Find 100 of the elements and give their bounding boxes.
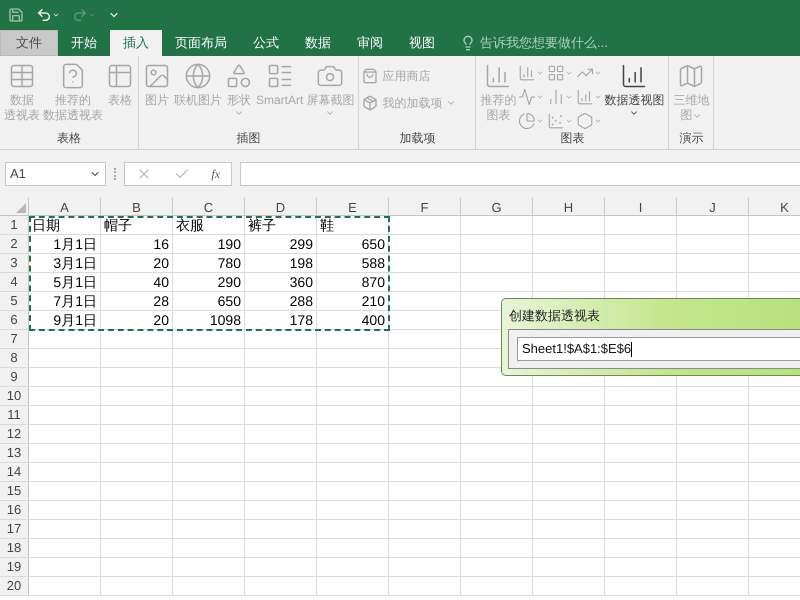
- dropdown-caret-icon: [536, 69, 544, 77]
- row-header[interactable]: 5: [0, 292, 29, 310]
- group-label: 图表: [560, 131, 584, 146]
- table-cell: 衣服: [176, 217, 204, 233]
- column-header[interactable]: I: [605, 198, 677, 215]
- dropdown-caret-icon: [594, 69, 602, 77]
- ribbon-tab[interactable]: 审阅: [344, 30, 396, 56]
- table-cell: 360: [290, 274, 313, 290]
- row-header[interactable]: 6: [0, 311, 29, 329]
- ribbon-tab[interactable]: 插入: [110, 30, 162, 56]
- row-header[interactable]: 7: [0, 330, 29, 348]
- dropdown-caret-icon: [594, 117, 602, 125]
- table-cell: 290: [218, 274, 241, 290]
- group-label: 加载项: [399, 131, 436, 146]
- table-cell: 28: [153, 293, 169, 309]
- package-icon: [362, 95, 378, 111]
- table-cell: 帽子: [104, 217, 132, 233]
- ribbon-button[interactable]: 数据透视图: [603, 59, 666, 131]
- row-header[interactable]: 8: [0, 349, 29, 367]
- formula-field[interactable]: [240, 162, 800, 186]
- table-cell: 1月1日: [53, 236, 97, 252]
- group-label: 表格: [57, 131, 81, 146]
- table-icon: [106, 62, 134, 90]
- table-cell: 鞋: [320, 217, 334, 233]
- row-header[interactable]: 12: [0, 425, 29, 443]
- group-label: 插图: [236, 131, 261, 146]
- table-cell: 288: [290, 293, 313, 309]
- table-cell: 7月1日: [53, 293, 97, 309]
- globe-map-icon: [677, 62, 706, 90]
- table-cell: 400: [362, 312, 385, 328]
- column-header[interactable]: D: [245, 198, 317, 215]
- column-header[interactable]: C: [173, 198, 245, 215]
- save-icon[interactable]: [8, 7, 24, 23]
- table-cell: 20: [153, 312, 169, 328]
- column-header[interactable]: G: [461, 198, 533, 215]
- table-cell: 20: [153, 255, 169, 271]
- shapes-icon: [225, 62, 253, 90]
- column-header[interactable]: B: [101, 198, 173, 215]
- smartart-icon: [266, 62, 294, 90]
- group-label: 演示: [679, 131, 704, 146]
- ribbon-tab[interactable]: 开始: [58, 30, 110, 56]
- dropdown-caret-icon: [536, 93, 544, 101]
- dropdown-caret-icon: [565, 117, 574, 125]
- row-header[interactable]: 18: [0, 539, 29, 557]
- row-header[interactable]: 16: [0, 501, 29, 519]
- column-header[interactable]: H: [533, 198, 605, 215]
- row-header[interactable]: 4: [0, 273, 29, 291]
- dropdown-caret-icon: [536, 117, 544, 125]
- table-cell: 3月1日: [53, 255, 97, 271]
- column-header[interactable]: F: [389, 198, 461, 215]
- dropdown-caret-icon: [52, 11, 60, 19]
- row-header[interactable]: 14: [0, 463, 29, 481]
- table-cell: 588: [362, 255, 385, 271]
- globe-icon: [184, 62, 212, 90]
- column-header[interactable]: E: [317, 198, 389, 215]
- table-cell: 870: [362, 274, 385, 290]
- table-cell: 650: [362, 236, 385, 252]
- undo-icon[interactable]: [36, 7, 52, 23]
- row-header[interactable]: 13: [0, 444, 29, 462]
- row-header[interactable]: 10: [0, 387, 29, 405]
- picture-icon: [143, 62, 171, 90]
- dropdown-caret-icon: [88, 11, 96, 19]
- pivot-table-icon: [8, 62, 36, 90]
- file-tab[interactable]: 文件: [0, 30, 58, 56]
- insert-function-button[interactable]: fx: [211, 165, 220, 183]
- table-cell: 210: [362, 293, 385, 309]
- table-cell: 190: [218, 236, 241, 252]
- ribbon-tab[interactable]: 页面布局: [162, 30, 240, 56]
- row-header[interactable]: 1: [0, 216, 29, 234]
- row-header[interactable]: 3: [0, 254, 29, 272]
- table-cell: 1098: [210, 312, 241, 328]
- table-cell: 198: [290, 255, 313, 271]
- column-header[interactable]: A: [29, 198, 101, 215]
- tell-me-field[interactable]: 告诉我您想要做什么...: [480, 33, 660, 53]
- row-header[interactable]: 19: [0, 558, 29, 576]
- table-cell: 178: [290, 312, 313, 328]
- row-header[interactable]: 2: [0, 235, 29, 253]
- row-header[interactable]: 11: [0, 406, 29, 424]
- table-cell: 40: [153, 274, 169, 290]
- range-field[interactable]: Sheet1!$A$1:$E$6: [517, 337, 800, 361]
- dropdown-caret-icon: [594, 93, 602, 101]
- dialog-title: 创建数据透视表: [508, 307, 601, 325]
- table-cell: 16: [153, 236, 169, 252]
- table-cell: 日期: [32, 217, 60, 233]
- table-cell: 650: [218, 293, 241, 309]
- dropdown-caret-icon: [565, 69, 574, 77]
- dropdown-caret-icon: [565, 93, 574, 101]
- column-header[interactable]: J: [677, 198, 749, 215]
- ribbon-tab[interactable]: 视图: [396, 30, 448, 56]
- row-header[interactable]: 9: [0, 368, 29, 386]
- row-header[interactable]: 17: [0, 520, 29, 538]
- ribbon-tab[interactable]: 公式: [240, 30, 292, 56]
- row-header[interactable]: 15: [0, 482, 29, 500]
- table-cell: 780: [218, 255, 241, 271]
- row-header[interactable]: 20: [0, 577, 29, 595]
- ribbon-tab[interactable]: 数据: [292, 30, 344, 56]
- column-header[interactable]: K: [749, 198, 800, 215]
- bag-icon: [362, 68, 378, 84]
- table-cell: 299: [290, 236, 313, 252]
- name-box[interactable]: A1: [5, 162, 106, 186]
